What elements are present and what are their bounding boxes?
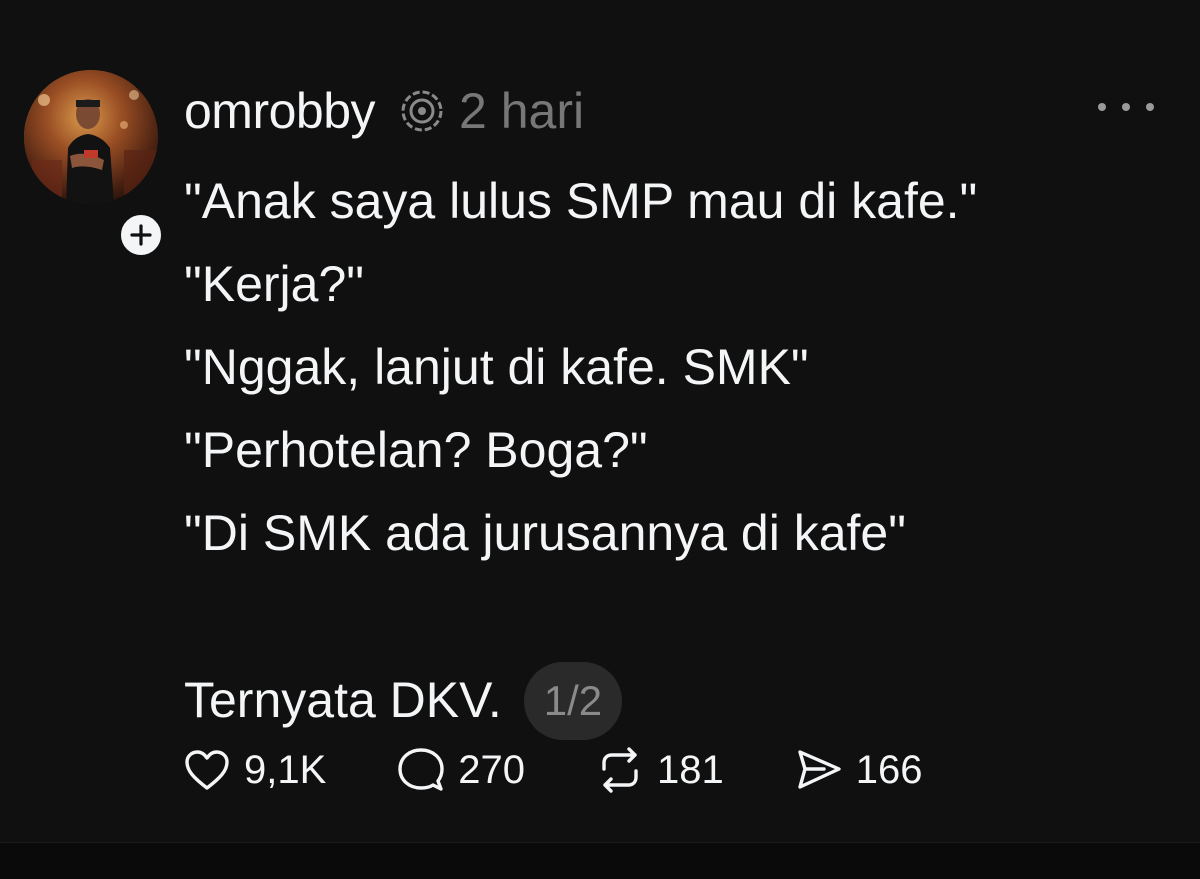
action-bar: 9,1K 270 181 166: [182, 740, 993, 800]
repost-count: 181: [657, 747, 724, 792]
like-count: 9,1K: [244, 747, 327, 792]
more-dot: [1122, 103, 1130, 111]
thread-page-indicator[interactable]: 1/2: [523, 661, 623, 740]
post-final-line: Ternyata DKV. 1/2: [184, 659, 1144, 742]
comment-bubble-icon: [398, 748, 444, 791]
reply-button[interactable]: 270: [396, 745, 525, 795]
post-timestamp: 2 hari: [459, 83, 585, 139]
share-button[interactable]: 166: [794, 745, 923, 795]
heart-icon: [185, 750, 229, 790]
plus-icon: [130, 224, 152, 246]
more-horizontal-icon: [1098, 103, 1106, 111]
post-text-line: "Di SMK ada jurusannya di kafe": [184, 505, 906, 561]
post-body: "Anak saya lulus SMP mau di kafe." "Kerj…: [184, 160, 1144, 742]
divider-strip: [0, 842, 1200, 879]
share-count: 166: [855, 747, 923, 792]
more-options-button[interactable]: [1098, 92, 1154, 122]
like-button[interactable]: 9,1K: [182, 745, 326, 795]
send-icon: [798, 750, 841, 789]
avatar[interactable]: [24, 70, 158, 204]
post-final-text: Ternyata DKV.: [184, 672, 502, 728]
post-text-line: "Anak saya lulus SMP mau di kafe.": [184, 173, 978, 229]
post-text-line: "Nggak, lanjut di kafe. SMK": [184, 339, 809, 395]
repost-icon: [602, 747, 638, 793]
post-text-line: "Kerja?": [184, 256, 365, 312]
username-link[interactable]: omrobby: [184, 82, 376, 140]
post-text-line: "Perhotelan? Boga?": [184, 422, 648, 478]
follow-button[interactable]: [116, 210, 166, 260]
reply-count: 270: [458, 747, 526, 792]
more-dot: [1146, 103, 1154, 111]
post-header: omrobby 2 hari: [184, 80, 584, 142]
repost-button[interactable]: 181: [595, 745, 724, 795]
avatar-container: [24, 70, 166, 260]
threads-circle-icon: [397, 86, 447, 136]
thread-post: omrobby 2 hari "Anak saya lulus SMP mau …: [0, 0, 1200, 842]
